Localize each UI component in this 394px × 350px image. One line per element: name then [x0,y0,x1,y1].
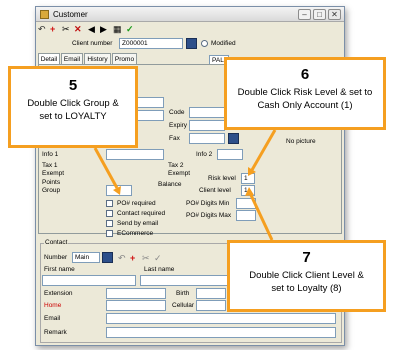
po-digits-min-label: PO# Digits Min [186,200,230,207]
first-name-input[interactable] [42,275,136,286]
client-number-input[interactable]: Z000001 [119,38,183,49]
code-label: Code [169,109,185,116]
contact-cut-icon[interactable]: ✂ [142,253,150,263]
fax-lookup-icon[interactable] [228,133,239,144]
prev-icon[interactable]: ◀ [88,24,95,34]
contact-required-checkbox[interactable] [106,210,113,217]
po-digits-max-label: PO# Digits Max [186,212,232,219]
undo-icon[interactable]: ↶ [38,24,46,34]
group-label: Group [42,187,61,194]
contact-add-icon[interactable]: + [130,253,135,263]
window-title: Customer [53,10,88,19]
code-input[interactable] [189,107,225,118]
fax-input[interactable] [189,133,225,144]
tax2-exempt-label: Tax 2 Exempt [168,162,191,177]
last-name-input[interactable] [140,275,240,286]
next-icon[interactable]: ▶ [100,24,107,34]
toolbar: ↶ + ✂ ✕ ◀ ▶ ▦ ✓ [38,24,158,36]
cut-icon[interactable]: ✂ [62,24,70,34]
edit-icon[interactable] [186,38,197,49]
po-required-checkbox[interactable] [106,200,113,207]
group-input[interactable] [106,185,132,196]
callout-7-text: Double Click Client Level & set to Loyal… [249,270,364,294]
remark-input[interactable] [106,327,336,338]
risk-level-input[interactable]: 1 [241,173,255,184]
client-level-input[interactable]: 1 [241,185,255,196]
close-button[interactable]: ✕ [328,9,341,20]
report-icon[interactable]: ▦ [113,24,122,34]
info1-input[interactable] [106,149,164,160]
po-digits-min-input[interactable] [236,198,256,209]
contact-undo-icon[interactable]: ↶ [118,253,126,263]
last-name-label: Last name [144,266,175,273]
balance-label: Balance [158,181,182,188]
check-icon[interactable]: ✓ [126,24,134,34]
callout-6-text: Double Click Risk Level & set to Cash On… [237,87,373,111]
callout-6: 6 Double Click Risk Level & set to Cash … [224,57,386,130]
first-name-label: First name [44,266,75,273]
callout-5-number: 5 [68,77,78,94]
callout-7-number: 7 [302,249,311,266]
callout-5-text: Double Click Group & set to LOYALTY [27,98,119,122]
add-icon[interactable]: + [50,24,55,34]
minimize-button[interactable]: – [298,9,311,20]
cellular-label: Cellular [172,302,195,309]
email-input[interactable] [106,313,336,324]
info1-label: Info 1 [42,151,59,158]
contact-required-label: Contact required [117,210,166,217]
extension-label: Extension [44,290,73,297]
contact-number-select[interactable]: Main [72,252,100,263]
contact-check-icon[interactable]: ✓ [154,253,162,263]
extension-input[interactable] [106,288,166,299]
send-by-email-label: Send by email [117,220,159,227]
no-picture-label: No picture [286,138,316,145]
send-by-email-checkbox[interactable] [106,220,113,227]
client-number-label: Client number [72,40,113,47]
tax1-exempt-label: Tax 1 Exempt [42,162,65,177]
app-icon [40,10,49,19]
modified-label: Modified [211,40,236,47]
info2-input[interactable] [217,149,243,160]
cellular-input[interactable] [196,300,226,311]
points-label: Points [42,179,61,186]
maximize-button[interactable]: □ [313,9,326,20]
title-bar: Customer – □ ✕ [36,7,344,22]
birth-input[interactable] [196,288,226,299]
po-digits-max-input[interactable] [236,210,256,221]
expiry-input[interactable] [189,120,225,131]
home-label: Home [44,302,62,309]
contact-number-label: Number [44,254,68,261]
modified-radio[interactable] [201,40,208,47]
risk-level-label: Risk level [208,175,236,182]
contact-section-label: Contact [44,239,69,247]
remark-label: Remark [44,329,67,336]
client-level-label: Client level [199,187,231,194]
po-required-label: PO# required [117,200,156,207]
info2-label: Info 2 [196,151,213,158]
ecommerce-checkbox[interactable] [106,230,113,237]
callout-5: 5 Double Click Group & set to LOYALTY [8,66,138,148]
birth-label: Birth [176,290,190,297]
contact-lookup-icon[interactable] [102,252,113,263]
ecommerce-label: ECommerce [117,230,154,237]
fax-label: Fax [169,135,180,142]
callout-6-number: 6 [300,66,310,83]
expiry-label: Expiry [169,122,188,129]
email-label: Email [44,315,61,322]
callout-7: 7 Double Click Client Level & set to Loy… [227,240,386,312]
home-input[interactable] [106,300,166,311]
delete-icon[interactable]: ✕ [74,24,82,34]
